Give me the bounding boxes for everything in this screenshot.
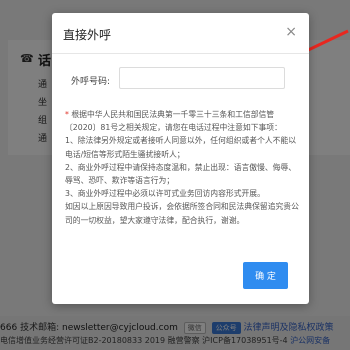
call-dialog: 直接外呼 × 外呼号码: * 根据中华人民共和国民法典第一千零三十三条和工信部信…: [52, 13, 309, 304]
notice-footer: 如因以上原因导致用户投诉，会依据所签合同和民法典保留追究贵公司的一切权益，望大家…: [65, 202, 299, 225]
confirm-button[interactable]: 确 定: [243, 262, 288, 289]
notice-intro: 根据中华人民共和国民法典第一千零三十三条和工信部信管〔2020〕81号之相关规定…: [65, 110, 282, 133]
close-icon[interactable]: ×: [285, 25, 297, 39]
dialog-divider: [52, 53, 309, 54]
notice-item: 2、商业外呼过程中请保持态度温和，禁止出现：语言傲慢、侮辱、辱骂、恐吓、欺诈等语…: [65, 162, 297, 186]
warning-star: *: [65, 110, 69, 119]
call-notice: * 根据中华人民共和国民法典第一千零三十三条和工信部信管〔2020〕81号之相关…: [65, 108, 300, 227]
phone-number-label: 外呼号码:: [71, 77, 111, 87]
phone-number-input[interactable]: [119, 67, 285, 89]
notice-item: 3、商业外呼过程中必须以许可式业务回访内容形式开展。: [65, 189, 265, 199]
dialog-title: 直接外呼: [63, 28, 112, 42]
notice-item: 1、除法律另外规定或者接听人同意以外，任何组织或者个人不能以电话/短信等形式陌生…: [65, 136, 297, 159]
